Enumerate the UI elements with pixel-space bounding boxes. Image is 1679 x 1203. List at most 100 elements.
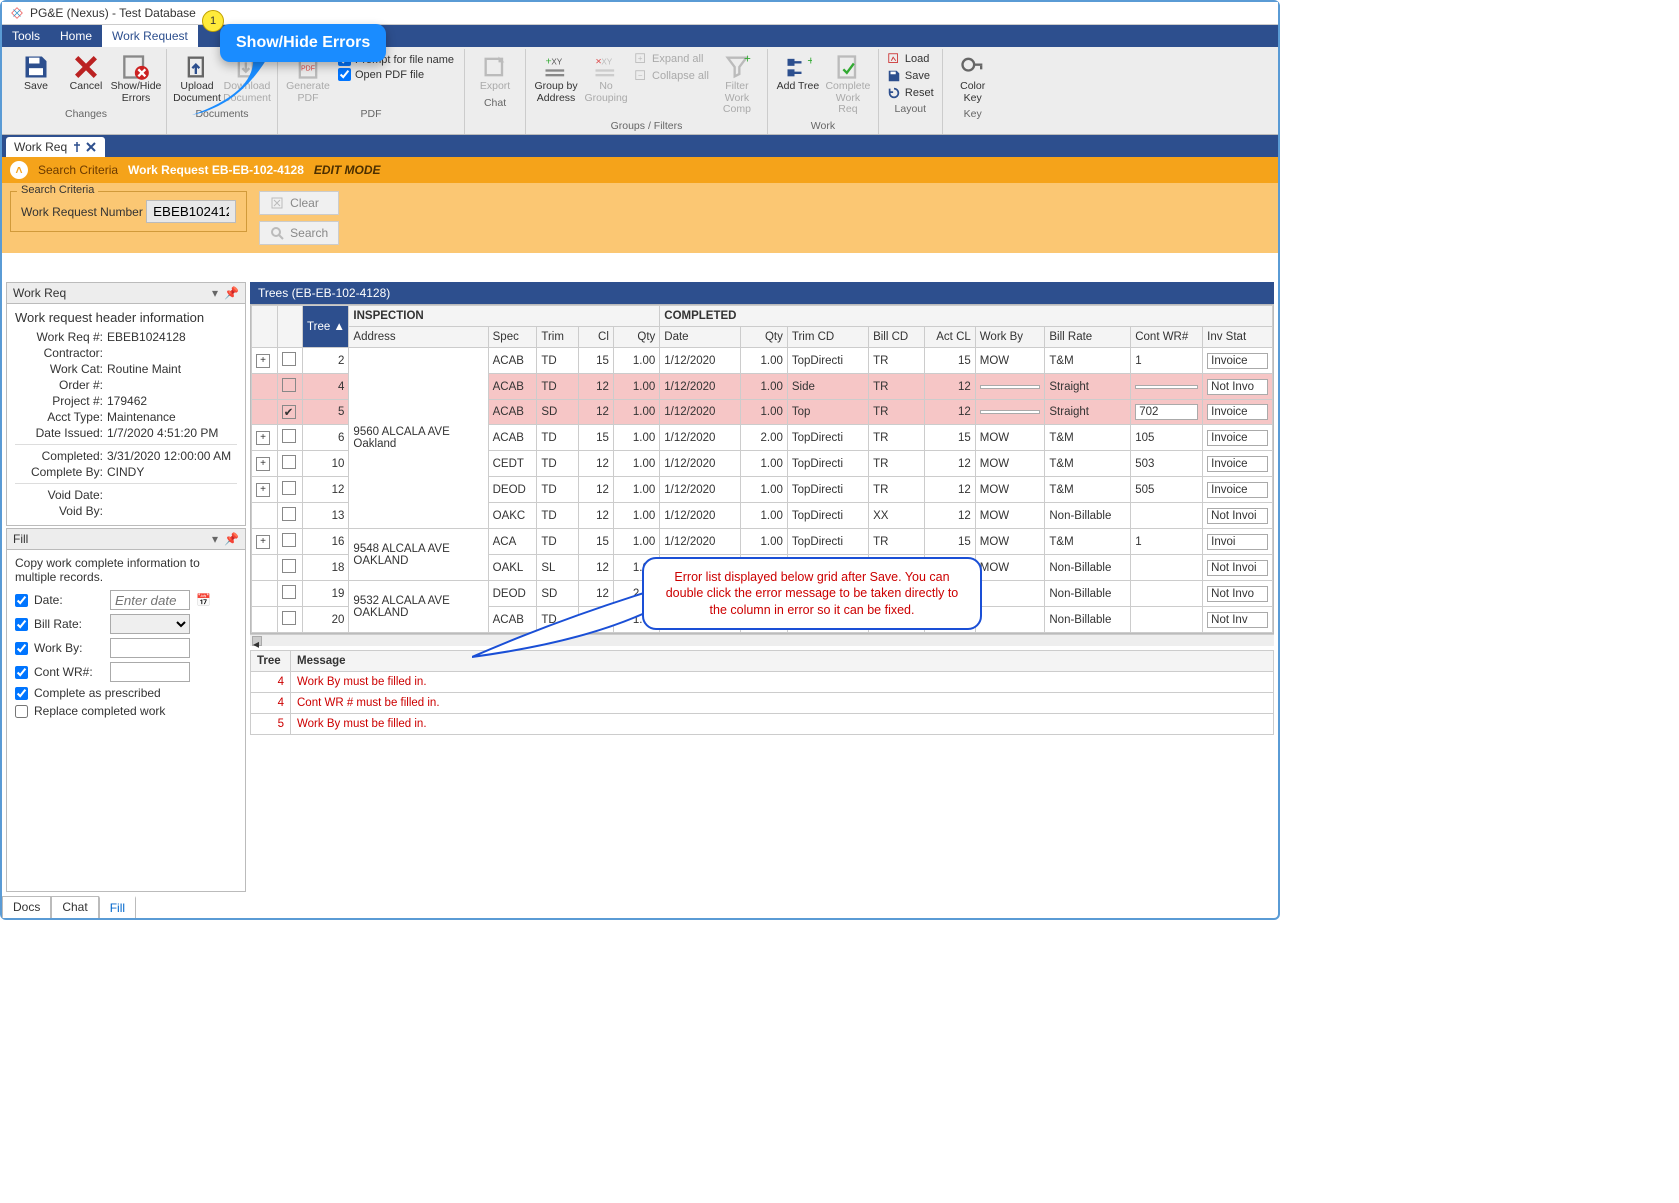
panel-pin-icon[interactable]: 📌 bbox=[224, 286, 239, 300]
expand-icon[interactable]: + bbox=[256, 431, 270, 445]
row-checkbox[interactable] bbox=[282, 429, 296, 443]
showhide-errors-button[interactable]: Show/Hide Errors bbox=[112, 51, 160, 106]
expand-icon[interactable]: + bbox=[256, 457, 270, 471]
work-request-title: Work Request EB-EB-102-4128 bbox=[128, 163, 304, 177]
fill-date-checkbox[interactable] bbox=[15, 594, 28, 607]
layout-load-button[interactable]: Load bbox=[885, 51, 936, 67]
fill-workby-checkbox[interactable] bbox=[15, 642, 28, 655]
callout-annotation: Error list displayed below grid after Sa… bbox=[642, 557, 982, 630]
ribbon-group-groups: +XY Group by Address ×XY No Grouping +Ex… bbox=[526, 49, 768, 134]
titlebar: PG&E (Nexus) - Test Database bbox=[2, 2, 1278, 25]
export-button[interactable]: Export bbox=[471, 51, 519, 95]
search-icon bbox=[270, 226, 284, 240]
error-row[interactable]: 4Work By must be filled in. bbox=[251, 672, 1274, 693]
row-checkbox[interactable] bbox=[282, 559, 296, 573]
error-list-grid[interactable]: TreeMessage 4Work By must be filled in.4… bbox=[250, 650, 1274, 735]
svg-text:PDF: PDF bbox=[301, 66, 315, 73]
error-row[interactable]: 4Cont WR # must be filled in. bbox=[251, 693, 1274, 714]
filter-work-comp-button[interactable]: + Filter Work Comp bbox=[713, 51, 761, 118]
invstat-cell[interactable]: Invoice bbox=[1207, 353, 1268, 369]
table-row[interactable]: +169548 ALCALA AVE OAKLANDACATD151.001/1… bbox=[252, 529, 1273, 555]
close-icon[interactable] bbox=[85, 141, 97, 153]
search-criteria-panel: Search Criteria Work Request Number Clea… bbox=[2, 183, 1278, 253]
fill-workby-input[interactable] bbox=[110, 638, 190, 658]
panel-dropdown-icon[interactable]: ▾ bbox=[212, 286, 218, 300]
fill-billrate-checkbox[interactable] bbox=[15, 618, 28, 631]
row-checkbox[interactable] bbox=[282, 455, 296, 469]
invstat-cell[interactable]: Not Invo bbox=[1207, 586, 1268, 602]
cancel-button[interactable]: Cancel bbox=[62, 51, 110, 95]
svg-text:+: + bbox=[807, 55, 812, 68]
collapse-all-button[interactable]: −Collapse all bbox=[632, 68, 711, 84]
tab-work-req[interactable]: Work Req bbox=[6, 137, 105, 157]
expand-icon[interactable]: + bbox=[256, 535, 270, 549]
invstat-cell[interactable]: Invoi bbox=[1207, 534, 1268, 550]
tab-fill[interactable]: Fill bbox=[99, 896, 136, 918]
panel-pin-icon[interactable]: 📌 bbox=[224, 532, 239, 546]
invstat-cell[interactable]: Not Invoi bbox=[1207, 508, 1268, 524]
criteria-header-bar: ˄ Search Criteria Work Request EB-EB-102… bbox=[2, 157, 1278, 183]
svg-text:XY: XY bbox=[551, 58, 562, 67]
complete-work-req-button[interactable]: Complete Work Req bbox=[824, 51, 872, 118]
menu-tools[interactable]: Tools bbox=[2, 25, 50, 47]
row-checkbox[interactable] bbox=[282, 378, 296, 392]
tab-docs[interactable]: Docs bbox=[2, 896, 51, 918]
table-row[interactable]: +29560 ALCALA AVE OaklandACABTD151.001/1… bbox=[252, 348, 1273, 374]
ribbon-group-layout: Load Save Reset Layout bbox=[879, 49, 943, 134]
tab-chat[interactable]: Chat bbox=[51, 896, 98, 918]
row-checkbox[interactable] bbox=[282, 533, 296, 547]
menu-work-request[interactable]: Work Request bbox=[102, 25, 198, 47]
bottom-tabs: Docs Chat Fill bbox=[2, 896, 136, 918]
save-button[interactable]: Save bbox=[12, 51, 60, 95]
row-checkbox[interactable] bbox=[282, 611, 296, 625]
invstat-cell[interactable]: Invoice bbox=[1207, 430, 1268, 446]
clear-button[interactable]: Clear bbox=[259, 191, 339, 215]
expand-all-button[interactable]: +Expand all bbox=[632, 51, 711, 67]
row-checkbox[interactable] bbox=[282, 585, 296, 599]
fill-contwr-input[interactable] bbox=[110, 662, 190, 682]
contwr-cell[interactable] bbox=[1135, 385, 1198, 389]
invstat-cell[interactable]: Not Invo bbox=[1207, 379, 1268, 395]
open-pdf-checkbox[interactable]: Open PDF file bbox=[338, 68, 454, 81]
group-by-address-button[interactable]: +XY Group by Address bbox=[532, 51, 580, 106]
row-checkbox[interactable] bbox=[282, 352, 296, 366]
replace-completed-checkbox[interactable] bbox=[15, 705, 28, 718]
ribbon-group-changes: Save Cancel Show/Hide Errors Changes bbox=[6, 49, 167, 134]
invstat-cell[interactable]: Invoice bbox=[1207, 404, 1268, 420]
color-key-button[interactable]: Color Key bbox=[949, 51, 997, 106]
clear-icon bbox=[270, 196, 284, 210]
fill-date-input[interactable] bbox=[110, 590, 190, 610]
search-button[interactable]: Search bbox=[259, 221, 339, 245]
calendar-icon[interactable]: 📅 bbox=[196, 593, 211, 607]
invstat-cell[interactable]: Not Invoi bbox=[1207, 560, 1268, 576]
pin-icon[interactable] bbox=[71, 141, 83, 153]
row-checkbox[interactable]: ✔ bbox=[282, 405, 296, 419]
contwr-cell[interactable]: 702 bbox=[1135, 404, 1198, 420]
workby-cell[interactable] bbox=[980, 410, 1041, 414]
invstat-cell[interactable]: Not Inv bbox=[1207, 612, 1268, 628]
fill-panel: Fill ▾📌 Copy work complete information t… bbox=[6, 528, 246, 892]
fill-billrate-select[interactable] bbox=[110, 614, 190, 634]
collapse-criteria-button[interactable]: ˄ bbox=[10, 161, 28, 179]
callout-tag-1: 1 bbox=[202, 10, 224, 32]
expand-icon[interactable]: + bbox=[256, 483, 270, 497]
menu-home[interactable]: Home bbox=[50, 25, 102, 47]
add-tree-button[interactable]: + Add Tree bbox=[774, 51, 822, 95]
layout-save-button[interactable]: Save bbox=[885, 68, 936, 84]
panel-dropdown-icon[interactable]: ▾ bbox=[212, 532, 218, 546]
invstat-cell[interactable]: Invoice bbox=[1207, 482, 1268, 498]
expand-icon[interactable]: + bbox=[256, 354, 270, 368]
layout-reset-button[interactable]: Reset bbox=[885, 85, 936, 101]
workby-cell[interactable] bbox=[980, 385, 1041, 389]
row-checkbox[interactable] bbox=[282, 507, 296, 521]
ribbon-group-key: Color Key Key bbox=[943, 49, 1003, 134]
error-row[interactable]: 5Work By must be filled in. bbox=[251, 714, 1274, 735]
work-request-number-label: Work Request Number bbox=[21, 205, 143, 219]
invstat-cell[interactable]: Invoice bbox=[1207, 456, 1268, 472]
horizontal-scrollbar[interactable]: ◂ bbox=[250, 634, 1274, 646]
row-checkbox[interactable] bbox=[282, 481, 296, 495]
work-request-number-input[interactable] bbox=[146, 200, 236, 223]
no-grouping-button[interactable]: ×XY No Grouping bbox=[582, 51, 630, 106]
fill-contwr-checkbox[interactable] bbox=[15, 666, 28, 679]
complete-prescribed-checkbox[interactable] bbox=[15, 687, 28, 700]
